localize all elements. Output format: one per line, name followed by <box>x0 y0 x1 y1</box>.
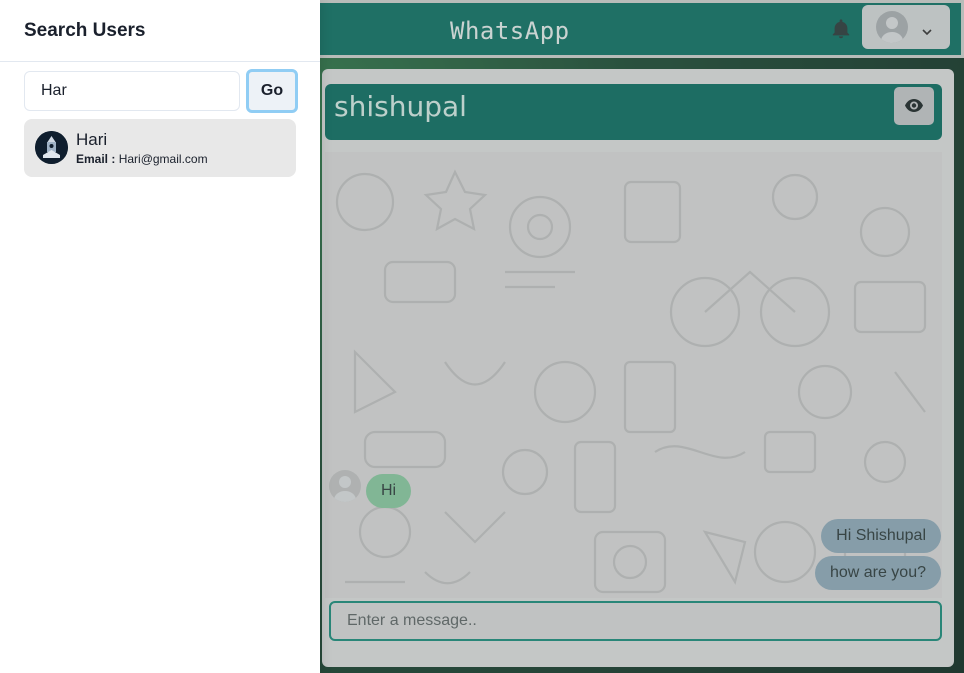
user-email: Email : Hari@gmail.com <box>76 152 208 166</box>
go-button[interactable]: Go <box>246 69 298 113</box>
search-result-item[interactable]: Hari Email : Hari@gmail.com <box>24 119 296 177</box>
drawer-overlay[interactable] <box>320 0 964 673</box>
drawer-header: Search Users <box>0 0 320 62</box>
search-users-drawer: Search Users Har Go Hari Email : Hari@gm… <box>0 0 320 673</box>
user-avatar-icon <box>35 131 68 164</box>
user-name: Hari <box>76 130 108 149</box>
search-input[interactable]: Har <box>24 71 240 111</box>
email-label: Email : <box>76 152 116 166</box>
drawer-title: Search Users <box>24 20 146 41</box>
email-value: Hari@gmail.com <box>118 152 208 166</box>
